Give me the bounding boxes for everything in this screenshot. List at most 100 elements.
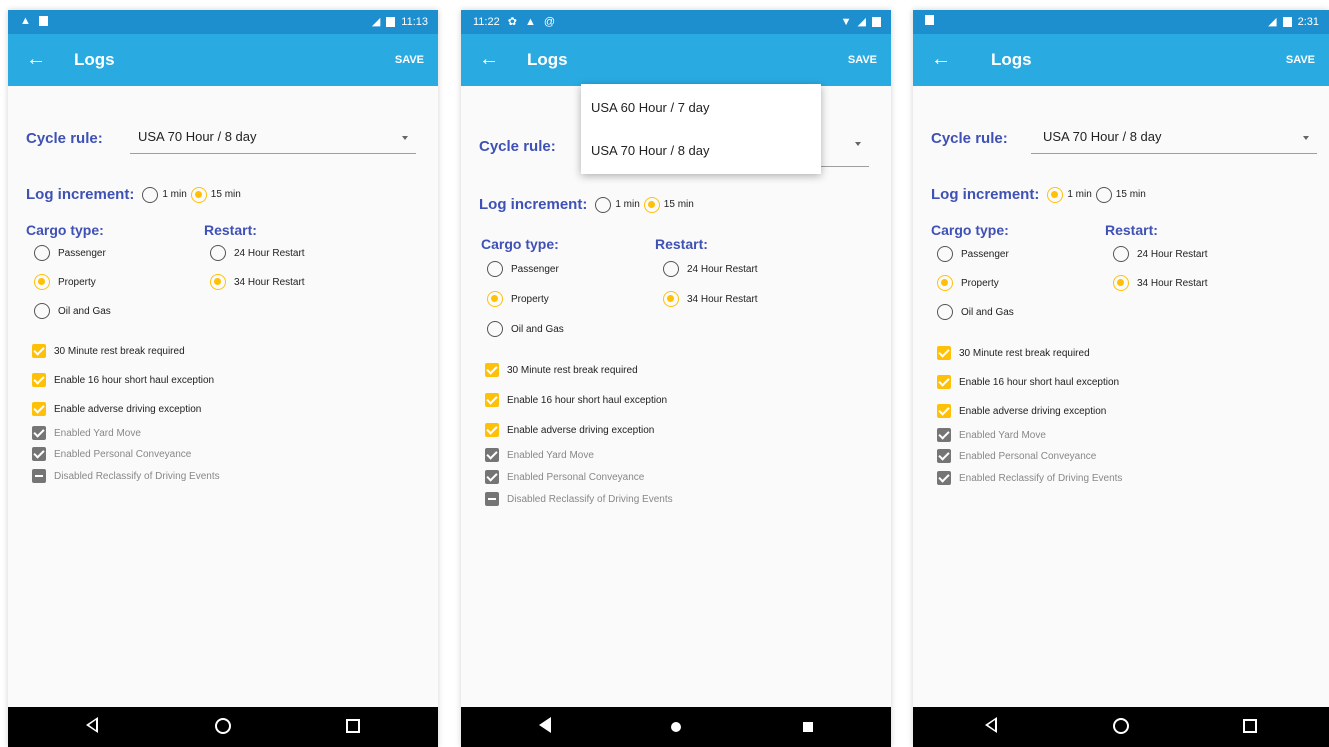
checkbox-rest-break[interactable]: 30 Minute rest break required [485, 363, 638, 377]
radio-24-hour-restart[interactable]: 24 Hour Restart [210, 245, 305, 261]
home-nav-icon[interactable] [1113, 718, 1129, 734]
checkbox-rest-break[interactable]: 30 Minute rest break required [937, 346, 1090, 360]
checkbox-label: Enable adverse driving exception [959, 405, 1107, 417]
radio-1-min[interactable] [142, 186, 159, 203]
signal-icon: ◢ [857, 16, 866, 28]
radio-1-min[interactable] [1047, 186, 1064, 203]
page-title: Logs [991, 50, 1032, 69]
radio-property[interactable]: Property [937, 275, 999, 291]
radio-button[interactable] [34, 303, 50, 319]
status-time: 2:31 [1297, 15, 1319, 28]
save-button[interactable]: SAVE [1286, 54, 1315, 66]
radio-34-hour-restart[interactable]: 34 Hour Restart [1113, 275, 1208, 291]
cycle-rule-select[interactable]: USA 70 Hour / 8 day [138, 129, 257, 144]
home-nav-icon[interactable] [215, 718, 231, 734]
radio-button[interactable] [210, 245, 226, 261]
radio-24-hour-restart[interactable]: 24 Hour Restart [1113, 246, 1208, 262]
dropdown-caret-icon[interactable] [855, 142, 861, 146]
radio-passenger[interactable]: Passenger [937, 246, 1009, 262]
menu-item-usa-70[interactable]: USA 70 Hour / 8 day [591, 143, 710, 158]
save-button[interactable]: SAVE [848, 54, 877, 66]
checkbox-label: Enabled Personal Conveyance [959, 450, 1097, 462]
checkbox-checked-icon[interactable] [485, 423, 499, 437]
cycle-rule-select[interactable]: USA 70 Hour / 8 day [1043, 129, 1162, 144]
checkbox-label: Enabled Personal Conveyance [507, 471, 645, 483]
radio-button[interactable] [487, 261, 503, 277]
radio-34-hour-restart[interactable]: 34 Hour Restart [663, 291, 758, 307]
battery-icon [1282, 16, 1292, 27]
radio-oil-gas[interactable]: Oil and Gas [487, 321, 564, 337]
warning-icon: ▲ [20, 15, 31, 27]
arrow-left-icon[interactable]: ← [479, 47, 499, 71]
recents-nav-icon[interactable] [346, 719, 360, 733]
checkbox-rest-break[interactable]: 30 Minute rest break required [32, 344, 185, 358]
radio-1-min-label: 1 min [162, 189, 187, 200]
radio-button[interactable] [1113, 246, 1129, 262]
checkbox-short-haul[interactable]: Enable 16 hour short haul exception [32, 373, 214, 387]
radio-button[interactable] [937, 304, 953, 320]
recents-nav-icon[interactable] [1243, 719, 1257, 733]
dropdown-caret-icon[interactable] [402, 136, 408, 140]
checkbox-checked-icon[interactable] [32, 373, 46, 387]
radio-15-min[interactable] [190, 186, 207, 203]
arrow-left-icon[interactable]: ← [931, 47, 951, 71]
checkbox-disabled-icon [32, 426, 46, 440]
radio-15-min[interactable] [643, 196, 660, 213]
checkbox-checked-icon[interactable] [937, 375, 951, 389]
checkbox-disabled-icon [485, 470, 499, 484]
checkbox-checked-icon[interactable] [937, 346, 951, 360]
radio-15-min-label: 15 min [663, 199, 694, 210]
radio-button[interactable] [487, 321, 503, 337]
radio-1-min[interactable] [595, 196, 612, 213]
radio-button[interactable] [663, 261, 679, 277]
checkbox-short-haul[interactable]: Enable 16 hour short haul exception [485, 393, 667, 407]
checkbox-yard-move: Enabled Yard Move [937, 428, 1046, 442]
radio-button[interactable] [937, 246, 953, 262]
cycle-rule-label: Cycle rule: [479, 138, 556, 155]
radio-passenger[interactable]: Passenger [34, 245, 106, 261]
radio-property-label: Property [511, 293, 549, 305]
arrow-left-icon[interactable]: ← [26, 47, 46, 71]
checkbox-label: 30 Minute rest break required [959, 347, 1090, 359]
save-button[interactable]: SAVE [395, 54, 424, 66]
radio-button[interactable] [210, 274, 226, 290]
checkbox-adverse-driving[interactable]: Enable adverse driving exception [937, 404, 1106, 418]
checkbox-adverse-driving[interactable]: Enable adverse driving exception [485, 423, 654, 437]
checkbox-disabled-icon [937, 449, 951, 463]
checkbox-label: 30 Minute rest break required [507, 364, 638, 376]
back-nav-icon[interactable] [86, 717, 98, 733]
radio-oil-gas[interactable]: Oil and Gas [34, 303, 111, 319]
radio-button[interactable] [34, 274, 50, 290]
menu-item-usa-60[interactable]: USA 60 Hour / 7 day [591, 100, 710, 115]
home-nav-icon[interactable] [671, 722, 681, 732]
radio-24-hour-restart[interactable]: 24 Hour Restart [663, 261, 758, 277]
radio-property[interactable]: Property [34, 274, 96, 290]
radio-button[interactable] [34, 245, 50, 261]
radio-property[interactable]: Property [487, 291, 549, 307]
wifi-icon: ▼ [840, 15, 852, 28]
back-nav-icon[interactable] [539, 717, 551, 733]
radio-button[interactable] [1113, 275, 1129, 291]
back-nav-icon[interactable] [985, 717, 997, 733]
radio-button[interactable] [663, 291, 679, 307]
checkbox-checked-icon[interactable] [485, 393, 499, 407]
checkbox-disabled-icon [485, 448, 499, 462]
checkbox-checked-icon[interactable] [485, 363, 499, 377]
radio-button[interactable] [937, 275, 953, 291]
checkbox-checked-icon[interactable] [32, 344, 46, 358]
nav-bar [461, 707, 891, 747]
radio-passenger[interactable]: Passenger [487, 261, 559, 277]
checkbox-checked-icon[interactable] [32, 402, 46, 416]
checkbox-label: Enable 16 hour short haul exception [54, 374, 215, 386]
dropdown-caret-icon[interactable] [1303, 136, 1309, 140]
radio-34-hour-restart[interactable]: 34 Hour Restart [210, 274, 305, 290]
checkbox-short-haul[interactable]: Enable 16 hour short haul exception [937, 375, 1119, 389]
log-increment-label: Log increment: [931, 186, 1040, 203]
radio-15-min[interactable] [1095, 186, 1112, 203]
checkbox-adverse-driving[interactable]: Enable adverse driving exception [32, 402, 201, 416]
checkbox-checked-icon[interactable] [937, 404, 951, 418]
radio-oil-gas[interactable]: Oil and Gas [937, 304, 1014, 320]
radio-button[interactable] [487, 291, 503, 307]
recents-nav-icon[interactable] [803, 722, 813, 732]
checkbox-reclassify: Disabled Reclassify of Driving Events [32, 469, 220, 483]
